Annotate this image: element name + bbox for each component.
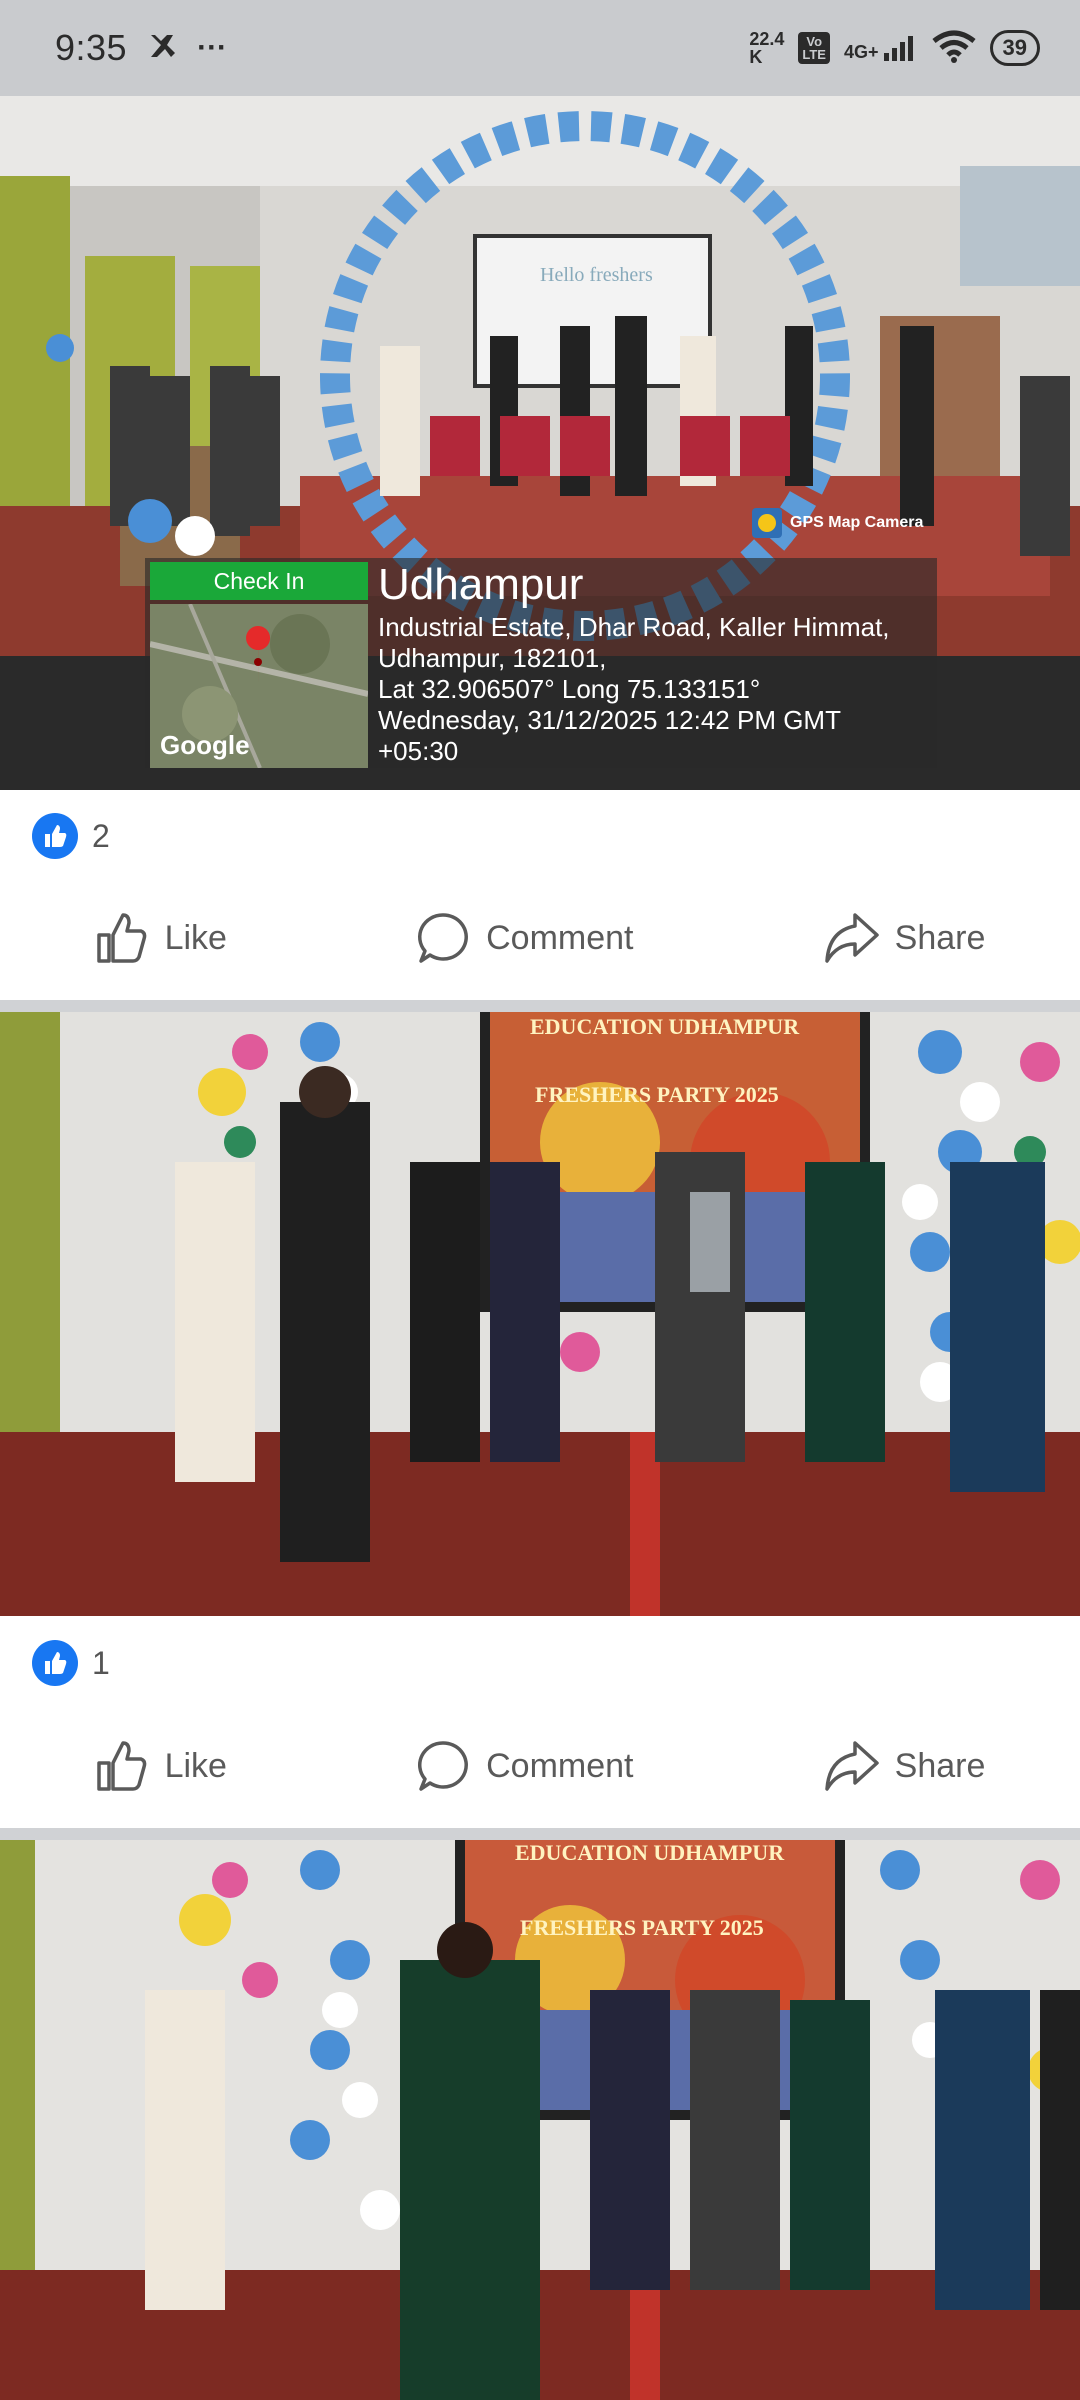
reaction-count: 1 [92,1644,110,1681]
more-notifications-icon: ··· [197,31,228,64]
like-button[interactable]: Like [95,1739,227,1793]
clock: 9:35 [55,27,128,68]
comment-button[interactable]: Comment [416,911,634,965]
thumbs-up-icon [96,1741,146,1791]
timezone-line: +05:30 [378,736,459,766]
location-details: Industrial Estate, Dhar Road, Kaller Him… [378,612,938,767]
post-photo-2[interactable]: EDUCATION UDHAMPUR FRESHERS PARTY 2025 [0,1012,1080,1616]
address-line-1: Industrial Estate, Dhar Road, Kaller Him… [378,612,890,642]
reaction-summary-1[interactable]: 2 [0,811,1080,861]
share-button[interactable]: Share [823,911,985,965]
address-line-2: Udhampur, 182101, [378,643,607,673]
post-divider [0,1828,1080,1840]
check-in-label: Check In [150,562,368,600]
gps-camera-brand: GPS Map Camera [752,508,923,538]
like-reaction-icon [32,813,78,859]
status-bar: 9:35 ··· 22.4 K Vo LTE 4G+ 39 [0,0,1080,96]
thumbs-up-icon [96,913,146,963]
reaction-count: 2 [92,817,110,854]
share-icon [824,1741,879,1791]
projector-screen-text: Hello freshers [540,264,653,286]
mini-map: Google [150,604,368,768]
location-city: Udhampur [378,560,584,609]
share-button[interactable]: Share [823,1739,985,1793]
network-speed: 22.4 K [749,29,785,67]
screen-title: EDUCATION UDHAMPUR [515,1840,785,1865]
cellular-signal-icon: 4G+ [844,33,918,63]
action-bar-1: Like Comment Share [0,898,1080,978]
like-button[interactable]: Like [95,911,227,965]
wifi-icon [931,29,976,68]
screen-title: EDUCATION UDHAMPUR [530,1014,800,1039]
gps-camera-icon [752,508,782,538]
screen-subtitle: FRESHERS PARTY 2025 [520,1915,764,1940]
comment-button[interactable]: Comment [416,1739,634,1793]
comment-icon [418,1741,469,1791]
timestamp-line: Wednesday, 31/12/2025 12:42 PM GMT [378,705,841,735]
coordinates-line: Lat 32.906507° Long 75.133151° [378,674,761,704]
post-divider [0,1000,1080,1012]
battery-icon: 39 [989,30,1040,66]
like-reaction-icon [32,1640,78,1686]
comment-icon [418,913,469,963]
volte-icon: Vo LTE [798,32,830,64]
reaction-summary-2[interactable]: 1 [0,1638,1080,1688]
post-photo-3[interactable]: EDUCATION UDHAMPUR FRESHERS PARTY 2025 [0,1840,1080,2400]
google-map-label: Google [160,730,250,760]
screen-subtitle: FRESHERS PARTY 2025 [535,1082,779,1107]
action-bar-2: Like Comment Share [0,1726,1080,1806]
share-icon [824,913,879,963]
notification-icon [145,29,179,68]
